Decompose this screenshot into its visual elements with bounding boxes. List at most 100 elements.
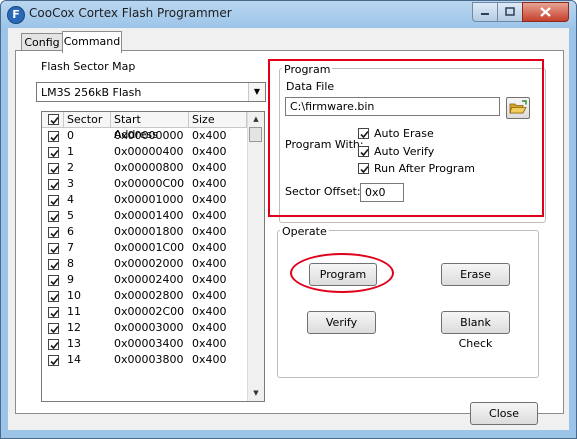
sector-checkbox[interactable] xyxy=(48,211,59,222)
sector-start-address: 0x00002C00 xyxy=(114,305,185,318)
sector-size: 0x400 xyxy=(192,225,227,238)
sector-start-address: 0x00000C00 xyxy=(114,177,185,190)
sector-number: 11 xyxy=(67,305,81,318)
sector-start-address: 0x00002800 xyxy=(114,289,184,302)
sector-start-address: 0x00001C00 xyxy=(114,241,185,254)
sector-row[interactable]: 1 0x00000400 0x400 xyxy=(42,144,247,160)
sector-start-address: 0x00000800 xyxy=(114,161,184,174)
app-icon: F xyxy=(7,6,25,24)
sector-number: 3 xyxy=(67,177,74,190)
sector-size: 0x400 xyxy=(192,193,227,206)
sector-start-address: 0x00002000 xyxy=(114,257,184,270)
sector-checkbox[interactable] xyxy=(48,147,59,158)
sector-number: 5 xyxy=(67,209,74,222)
sector-start-address: 0x00000000 xyxy=(114,129,184,142)
sector-number: 14 xyxy=(67,353,81,366)
sector-checkbox[interactable] xyxy=(48,243,59,254)
sector-checkbox[interactable] xyxy=(48,195,59,206)
sector-start-address: 0x00001000 xyxy=(114,193,184,206)
maximize-icon xyxy=(505,7,515,16)
sector-size: 0x400 xyxy=(192,337,227,350)
sector-checkbox[interactable] xyxy=(48,163,59,174)
sector-start-address: 0x00003000 xyxy=(114,321,184,334)
sector-start-address: 0x00001400 xyxy=(114,209,184,222)
sector-number: 7 xyxy=(67,241,74,254)
sector-number: 1 xyxy=(67,145,74,158)
close-icon xyxy=(540,7,551,17)
sector-row[interactable]: 9 0x00002400 0x400 xyxy=(42,272,247,288)
scroll-thumb[interactable] xyxy=(249,127,262,142)
sector-number: 8 xyxy=(67,257,74,270)
header-size[interactable]: Size xyxy=(189,112,247,127)
sector-checkbox[interactable] xyxy=(48,131,59,142)
maximize-button[interactable] xyxy=(497,2,523,22)
sector-row[interactable]: 2 0x00000800 0x400 xyxy=(42,160,247,176)
sector-checkbox[interactable] xyxy=(48,339,59,350)
sector-size: 0x400 xyxy=(192,305,227,318)
sector-number: 9 xyxy=(67,273,74,286)
sector-number: 10 xyxy=(67,289,81,302)
sector-row[interactable]: 7 0x00001C00 0x400 xyxy=(42,240,247,256)
sector-number: 13 xyxy=(67,337,81,350)
select-all-checkbox[interactable] xyxy=(48,114,59,125)
sector-size: 0x400 xyxy=(192,209,227,222)
sector-row[interactable]: 5 0x00001400 0x400 xyxy=(42,208,247,224)
window-title: CooCox Cortex Flash Programmer xyxy=(29,6,232,20)
sector-size: 0x400 xyxy=(192,145,227,158)
sector-checkbox[interactable] xyxy=(48,275,59,286)
vertical-scrollbar[interactable]: ▲ ▼ xyxy=(247,112,264,401)
chevron-down-icon[interactable]: ▼ xyxy=(248,83,265,101)
sector-size: 0x400 xyxy=(192,353,227,366)
program-highlight-box xyxy=(268,59,544,217)
sector-row[interactable]: 12 0x00003000 0x400 xyxy=(42,320,247,336)
sector-row[interactable]: 3 0x00000C00 0x400 xyxy=(42,176,247,192)
sector-size: 0x400 xyxy=(192,177,227,190)
sector-checkbox[interactable] xyxy=(48,227,59,238)
verify-button[interactable]: Verify xyxy=(307,311,376,334)
blank-check-button[interactable]: Blank Check xyxy=(441,311,510,350)
scroll-up-icon[interactable]: ▲ xyxy=(248,112,264,127)
sector-size: 0x400 xyxy=(192,273,227,286)
close-button[interactable]: Close xyxy=(470,402,538,425)
header-sector[interactable]: Sector xyxy=(64,112,111,127)
sector-row[interactable]: 13 0x00003400 0x400 xyxy=(42,336,247,352)
sector-size: 0x400 xyxy=(192,321,227,334)
sector-row[interactable]: 11 0x00002C00 0x400 xyxy=(42,304,247,320)
window-close-button[interactable] xyxy=(522,2,569,22)
sector-row[interactable]: 8 0x00002000 0x400 xyxy=(42,256,247,272)
tab-config[interactable]: Config xyxy=(21,33,63,51)
sector-number: 6 xyxy=(67,225,74,238)
sector-row[interactable]: 10 0x00002800 0x400 xyxy=(42,288,247,304)
erase-button[interactable]: Erase xyxy=(441,263,510,286)
minimize-icon xyxy=(481,13,489,15)
sector-number: 2 xyxy=(67,161,74,174)
sector-checkbox[interactable] xyxy=(48,291,59,302)
flash-sector-map-select[interactable]: LM3S 256kB Flash ▼ xyxy=(36,82,266,102)
sector-row[interactable]: 4 0x00001000 0x400 xyxy=(42,192,247,208)
sector-start-address: 0x00000400 xyxy=(114,145,184,158)
sector-size: 0x400 xyxy=(192,129,227,142)
sector-checkbox[interactable] xyxy=(48,307,59,318)
sector-checkbox[interactable] xyxy=(48,355,59,366)
sector-row[interactable]: 6 0x00001800 0x400 xyxy=(42,224,247,240)
sector-checkbox[interactable] xyxy=(48,179,59,190)
sector-size: 0x400 xyxy=(192,161,227,174)
select-all-cell xyxy=(42,112,64,127)
sector-start-address: 0x00001800 xyxy=(114,225,184,238)
sector-row[interactable]: 0 0x00000000 0x400 xyxy=(42,128,247,144)
program-button-highlight xyxy=(290,253,394,293)
title-bar[interactable]: F CooCox Cortex Flash Programmer xyxy=(1,1,576,28)
header-start-address[interactable]: Start Address xyxy=(111,112,189,141)
operate-group xyxy=(277,230,539,378)
tab-command[interactable]: Command xyxy=(62,31,122,53)
scroll-down-icon[interactable]: ▼ xyxy=(248,386,264,401)
flash-sector-map-value: LM3S 256kB Flash xyxy=(41,86,142,99)
sector-row[interactable]: 14 0x00003800 0x400 xyxy=(42,352,247,368)
grid-header: Sector Start Address Size xyxy=(42,112,247,141)
minimize-button[interactable] xyxy=(472,2,498,22)
sector-checkbox[interactable] xyxy=(48,259,59,270)
sector-size: 0x400 xyxy=(192,257,227,270)
sector-number: 12 xyxy=(67,321,81,334)
sector-checkbox[interactable] xyxy=(48,323,59,334)
flash-sector-map-label: Flash Sector Map xyxy=(41,60,136,73)
